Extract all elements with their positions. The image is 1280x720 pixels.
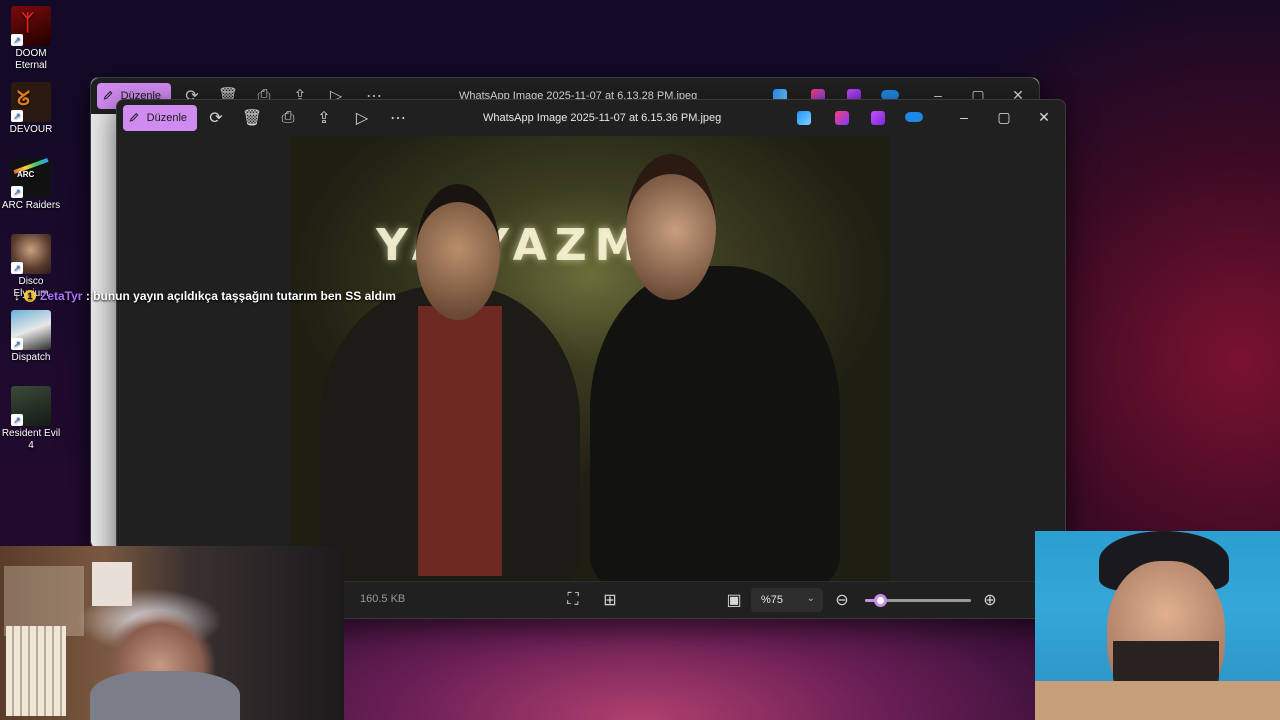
- webcam-poster: [92, 562, 132, 606]
- print-icon[interactable]: ⎙: [279, 109, 297, 127]
- photo-person-right: [590, 266, 840, 582]
- shortcut-arrow-icon: ↗: [11, 262, 23, 274]
- photo-face-left: [416, 184, 500, 320]
- window-title: WhatsApp Image 2025-11-07 at 6.15.36 PM.…: [483, 112, 722, 124]
- desktop-icon-arc-raiders[interactable]: ARC ↗ ARC Raiders: [0, 157, 62, 212]
- desktop-icon-dispatch[interactable]: ↗ Dispatch: [0, 310, 62, 364]
- title-bar[interactable]: Düzenle ⟳ 🗑 ⎙ ⇪ ▷ ⋯ WhatsApp Image 2025-…: [117, 100, 1065, 136]
- clipchamp-app-icon[interactable]: [871, 111, 885, 125]
- guest-jacket: [1035, 681, 1280, 720]
- edit-pen-icon: [103, 90, 113, 100]
- chat-arrow-icon: ↓: [14, 289, 20, 303]
- chevron-down-icon: ⌄: [806, 593, 815, 604]
- chat-message-text: bunun yayın açıldıkça taşşağını tutarım …: [93, 289, 396, 303]
- photos-window-front[interactable]: Düzenle ⟳ 🗑 ⎙ ⇪ ▷ ⋯ WhatsApp Image 2025-…: [116, 99, 1066, 619]
- zoom-in-icon[interactable]: ⊕: [981, 591, 999, 609]
- webcam-jacket: [90, 671, 240, 720]
- edit-pen-icon: [129, 112, 139, 122]
- more-options-icon[interactable]: ⋯: [389, 109, 407, 127]
- onedrive-app-icon[interactable]: [905, 112, 923, 122]
- desktop-icon-label: Resident Evil 4: [1, 428, 61, 451]
- chat-username: ZetaTyr: [40, 289, 83, 303]
- doom-eternal-icon: ᛉ ↗: [11, 6, 51, 46]
- delete-icon[interactable]: 🗑: [242, 109, 262, 127]
- desktop-icon-label: DOOM Eternal: [15, 48, 47, 71]
- zoom-out-icon[interactable]: ⊖: [833, 591, 851, 609]
- shortcut-arrow-icon: ↗: [11, 34, 23, 46]
- desktop-icon-resident-evil-4[interactable]: ↗ Resident Evil 4: [0, 386, 62, 452]
- edit-label: Düzenle: [146, 112, 187, 124]
- arc-raiders-icon: ARC ↗: [11, 157, 51, 198]
- photo-face-right: [626, 154, 716, 300]
- copilot-app-icon[interactable]: [835, 111, 849, 125]
- rotate-icon[interactable]: ⟳: [207, 109, 225, 127]
- webcam-guest: [1035, 531, 1280, 720]
- edit-button[interactable]: Düzenle: [123, 105, 197, 131]
- zoom-dropdown[interactable]: %75 ⌄: [751, 588, 823, 612]
- desktop-icon-doom-eternal[interactable]: ᛉ ↗ DOOM Eternal: [0, 6, 62, 72]
- chat-badge-icon: 1: [24, 290, 36, 302]
- desktop-icon-devour[interactable]: ᘜ ↗ DEVOUR: [0, 82, 62, 136]
- photo-shirt-left: [418, 306, 502, 576]
- photo-canvas[interactable]: YA YAZMA: [290, 136, 890, 582]
- designer-app-icon[interactable]: [797, 111, 811, 125]
- zoom-value: %75: [761, 594, 784, 606]
- webcam-radiator: [6, 626, 66, 716]
- fit-to-screen-icon[interactable]: ⛶: [564, 591, 582, 609]
- text-scan-icon[interactable]: ⊞: [601, 591, 619, 609]
- desktop-icon-label: DEVOUR: [9, 124, 53, 135]
- shortcut-arrow-icon: ↗: [11, 186, 23, 198]
- shortcut-arrow-icon: ↗: [11, 338, 23, 350]
- chat-separator: :: [85, 289, 90, 303]
- zoom-slider[interactable]: [865, 594, 971, 607]
- share-icon[interactable]: ⇪: [315, 109, 333, 127]
- close-button[interactable]: ✕: [1035, 108, 1053, 126]
- webcam-streamer: [0, 546, 344, 720]
- full-screen-icon[interactable]: ▣: [725, 591, 743, 609]
- shortcut-arrow-icon: ↗: [11, 110, 23, 122]
- desktop-icon-label: Dispatch: [11, 352, 51, 363]
- dispatch-icon: ↗: [11, 310, 51, 350]
- desktop-icon-label: ARC Raiders: [1, 200, 61, 211]
- resident-evil-4-icon: ↗: [11, 386, 51, 426]
- disco-elysium-icon: ↗: [11, 234, 51, 274]
- maximize-button[interactable]: ▢: [995, 108, 1013, 126]
- zoom-slider-thumb[interactable]: [874, 594, 887, 607]
- file-size-label: 160.5 KB: [360, 593, 406, 605]
- chat-message: ↓ 1 ZetaTyr : bunun yayın açıldıkça taşşağ…: [14, 289, 396, 303]
- devour-icon: ᘜ ↗: [11, 82, 51, 122]
- minimize-button[interactable]: –: [955, 108, 973, 126]
- shortcut-arrow-icon: ↗: [11, 414, 23, 426]
- slideshow-icon[interactable]: ▷: [353, 109, 371, 127]
